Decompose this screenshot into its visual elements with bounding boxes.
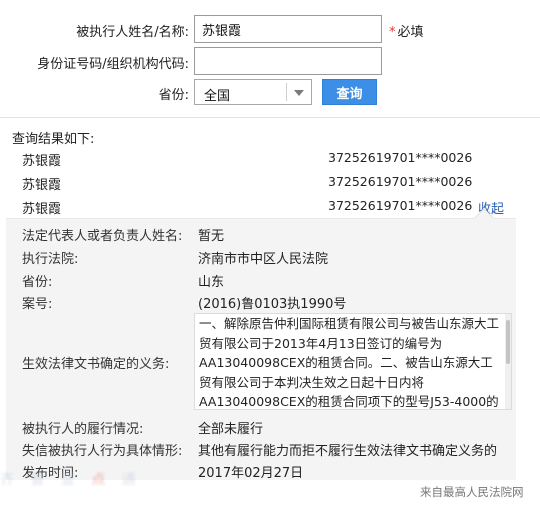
name-input[interactable]	[194, 15, 382, 43]
select-divider	[286, 83, 287, 101]
court-value: 济南市市中区人民法院	[198, 252, 329, 267]
results-title: 查询结果如下:	[12, 132, 95, 147]
required-note: * 必填	[389, 21, 424, 40]
source-watermark: 来自最高人民法院网	[420, 485, 524, 499]
name-label: 被执行人姓名/名称:	[76, 25, 189, 40]
blurred-watermark: 齐 鲁 壹 点 通	[0, 472, 142, 488]
performance-value: 全部未履行	[198, 422, 264, 437]
legal-rep-value: 暂无	[198, 229, 225, 244]
legal-rep-label: 法定代表人或者负责人姓名:	[22, 229, 183, 244]
result-id: 37252619701****0026	[328, 150, 473, 165]
result-row[interactable]: 苏银霞 37252619701****0026	[0, 170, 540, 194]
id-label: 身份证号码/组织机构代码:	[37, 57, 189, 72]
result-name: 苏银霞	[22, 178, 62, 193]
result-name: 苏银霞	[22, 202, 62, 217]
required-text: 必填	[397, 25, 424, 40]
duty-label: 生效法律文书确定的义务:	[22, 357, 170, 372]
name-row: 被执行人姓名/名称: *必填	[0, 15, 540, 45]
case-label: 案号:	[22, 297, 53, 312]
situation-label: 失信被执行人行为具体情形:	[22, 444, 183, 459]
scrollbar-thumb[interactable]	[506, 320, 510, 364]
result-row-expanded[interactable]: 苏银霞 37252619701****0026 收起	[0, 194, 540, 218]
duty-text: 一、解除原告仲利国际租赁有限公司与被告山东源大工贸有限公司于2013年4月13日…	[199, 316, 500, 409]
id-row: 身份证号码/组织机构代码:	[0, 47, 540, 77]
detail-province-label: 省份:	[22, 275, 53, 290]
court-label: 执行法院:	[22, 252, 79, 267]
province-row: 省份: 全国 查询	[0, 79, 540, 109]
query-button[interactable]: 查询	[322, 79, 377, 105]
province-label: 省份:	[158, 88, 189, 103]
chevron-down-icon[interactable]	[294, 90, 304, 96]
case-value: (2016)鲁0103执1990号	[198, 297, 347, 312]
situation-value: 其他有履行能力而拒不履行生效法律文书确定义务的	[198, 444, 498, 459]
result-id: 37252619701****0026	[328, 198, 473, 213]
divider	[0, 117, 540, 118]
detail-province-value: 山东	[198, 275, 225, 290]
required-star: *	[389, 25, 396, 40]
result-row[interactable]: 苏银霞 37252619701****0026	[0, 146, 540, 170]
scrollbar[interactable]	[505, 314, 511, 409]
duty-textbox[interactable]: 一、解除原告仲利国际租赁有限公司与被告山东源大工贸有限公司于2013年4月13日…	[194, 313, 512, 410]
province-select[interactable]: 全国	[194, 79, 312, 105]
id-input[interactable]	[194, 47, 382, 75]
province-select-value: 全国	[204, 89, 231, 104]
result-name: 苏银霞	[22, 154, 62, 169]
result-id: 37252619701****0026	[328, 174, 473, 189]
publish-value: 2017年02月27日	[198, 466, 304, 481]
performance-label: 被执行人的履行情况:	[22, 422, 144, 437]
